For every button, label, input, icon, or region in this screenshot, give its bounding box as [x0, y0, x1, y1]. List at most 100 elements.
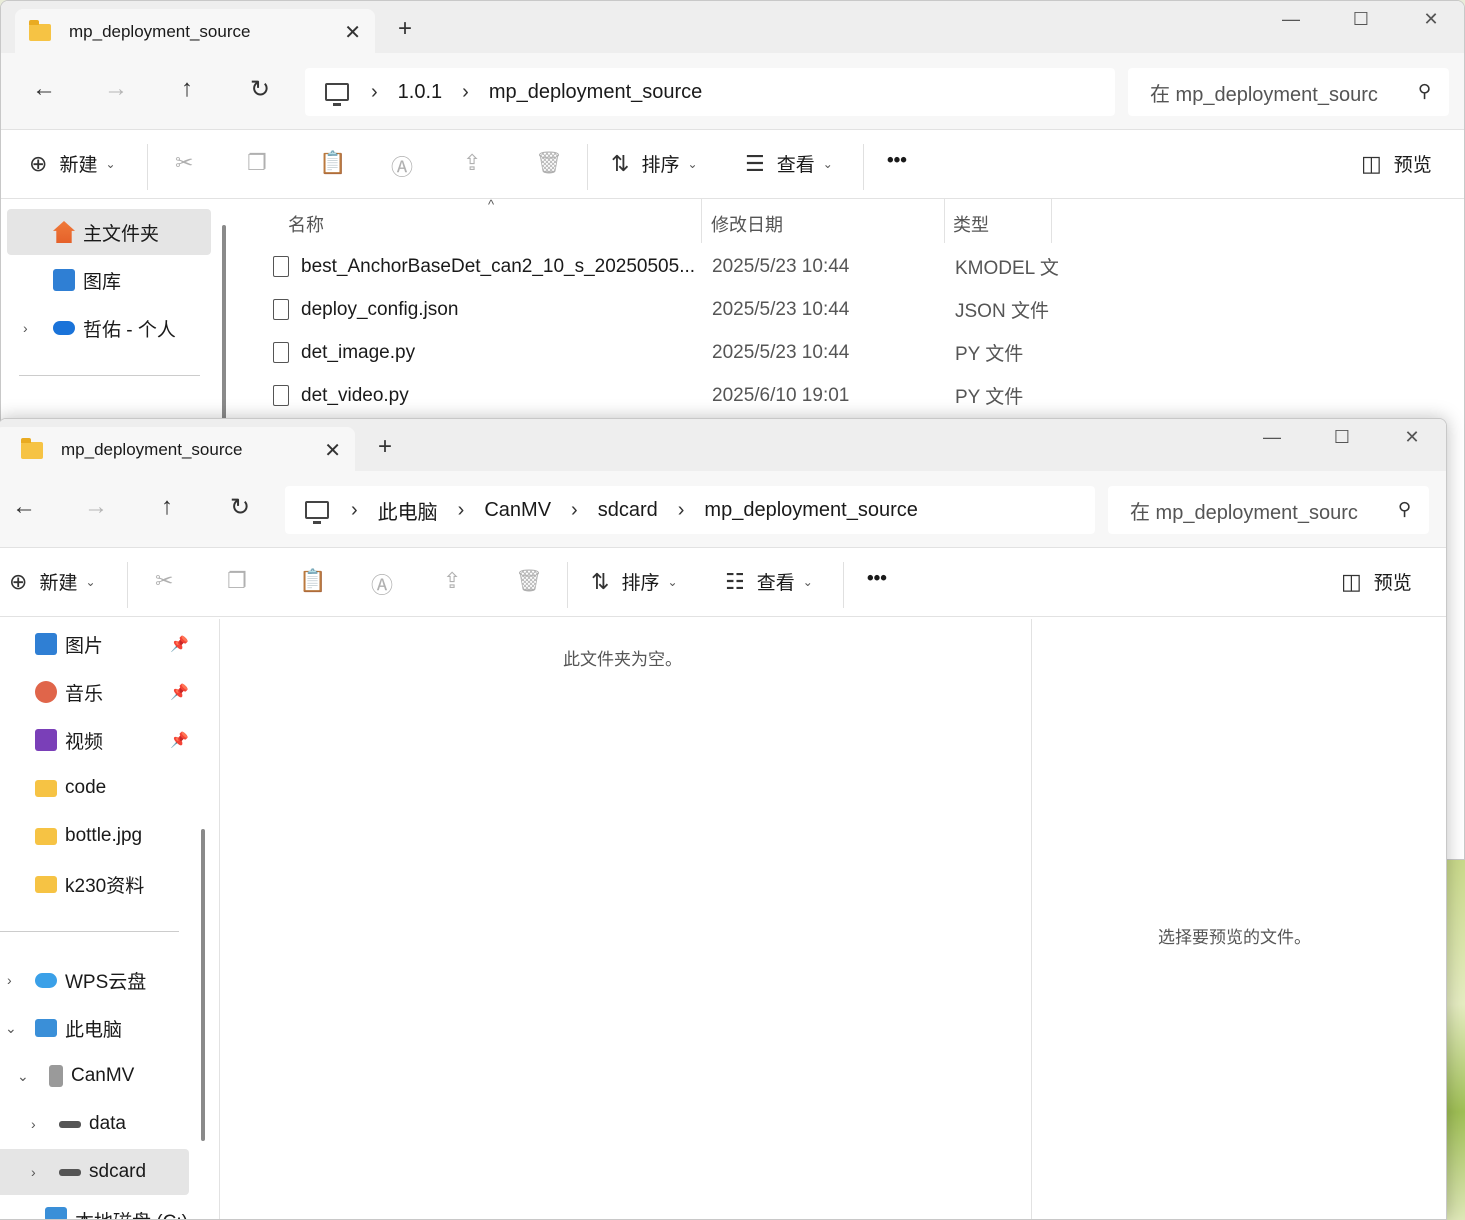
address-bar[interactable]: › 此电脑 › CanMV › sdcard › mp_deployment_s…: [285, 486, 1095, 534]
chevron-right-icon[interactable]: ›: [23, 320, 28, 336]
file-row[interactable]: best_AnchorBaseDet_can2_10_s_20250505...…: [239, 245, 1059, 288]
more-options-button[interactable]: •••: [867, 568, 887, 590]
tab-mp-deployment-source[interactable]: mp_deployment_source ✕: [15, 9, 375, 55]
refresh-button[interactable]: ↻: [242, 75, 278, 104]
rename-button[interactable]: Ⓐ: [391, 150, 425, 182]
cut-button[interactable]: ✂: [175, 150, 205, 176]
minimize-button[interactable]: —: [1256, 5, 1326, 35]
minimize-button[interactable]: —: [1237, 423, 1307, 453]
rename-button[interactable]: Ⓐ: [371, 568, 405, 600]
view-label: 查看: [756, 573, 795, 594]
delete-button[interactable]: 🗑: [515, 568, 555, 594]
pin-icon[interactable]: 📌: [170, 683, 189, 701]
up-button[interactable]: ↑: [169, 75, 205, 103]
breadcrumb-item[interactable]: CanMV: [484, 499, 551, 522]
sidebar-item-label: code: [65, 777, 107, 798]
column-header-type[interactable]: 类型: [953, 211, 989, 237]
sidebar-item-code[interactable]: code: [0, 765, 189, 811]
chevron-right-icon: ›: [677, 498, 685, 521]
sidebar-item-gallery[interactable]: 图库: [7, 257, 211, 303]
back-button[interactable]: ←: [26, 75, 62, 103]
file-row[interactable]: deploy_config.json 2025/5/23 10:44 JSON …: [239, 288, 1059, 331]
share-button[interactable]: ⇪: [463, 150, 493, 176]
column-divider[interactable]: [944, 199, 945, 243]
close-tab-icon[interactable]: ✕: [324, 438, 341, 463]
folder-icon: [35, 779, 57, 797]
column-divider[interactable]: [701, 199, 702, 243]
chevron-down-icon[interactable]: ⌄: [17, 1068, 29, 1085]
pin-icon[interactable]: 📌: [170, 635, 189, 653]
view-button[interactable]: ☷ 查看 ⌄: [725, 568, 813, 595]
breadcrumb-item[interactable]: 1.0.1: [398, 81, 442, 104]
column-header-name[interactable]: 名称: [288, 211, 324, 237]
sidebar-item-data[interactable]: › data: [0, 1101, 189, 1147]
chevron-right-icon[interactable]: ›: [31, 1116, 36, 1132]
breadcrumb-item[interactable]: mp_deployment_source: [704, 499, 917, 522]
new-button[interactable]: ⊕ 新建 ⌄: [9, 568, 96, 595]
paste-button[interactable]: 📋: [299, 568, 338, 594]
plus-circle-icon: ⊕: [29, 150, 48, 176]
more-options-button[interactable]: •••: [887, 150, 907, 172]
file-row[interactable]: det_video.py 2025/6/10 19:01 PY 文件: [239, 374, 1059, 417]
preview-button[interactable]: ◫ 预览: [1361, 150, 1432, 177]
back-button[interactable]: ←: [6, 493, 42, 521]
column-header-date[interactable]: 修改日期: [711, 211, 783, 237]
new-tab-button[interactable]: +: [398, 15, 412, 43]
up-button[interactable]: ↑: [149, 493, 185, 521]
tab-mp-deployment-source[interactable]: mp_deployment_source ✕: [0, 427, 355, 473]
maximize-button[interactable]: ☐: [1326, 5, 1396, 35]
new-button[interactable]: ⊕ 新建 ⌄: [29, 150, 116, 177]
breadcrumb-item[interactable]: sdcard: [598, 499, 658, 522]
sidebar-item-sdcard[interactable]: › sdcard: [0, 1149, 189, 1195]
delete-button[interactable]: 🗑: [535, 150, 575, 176]
share-button[interactable]: ⇪: [443, 568, 473, 594]
forward-button[interactable]: →: [98, 75, 134, 103]
preview-button[interactable]: ◫ 预览: [1341, 568, 1412, 595]
scissors-icon: ✂: [175, 150, 194, 175]
breadcrumb-item[interactable]: 此电脑: [378, 496, 438, 525]
copy-button[interactable]: ❐: [247, 150, 279, 176]
divider: [567, 562, 568, 608]
cut-button[interactable]: ✂: [155, 568, 185, 594]
search-input[interactable]: 在 mp_deployment_sourc ⚲: [1108, 486, 1429, 534]
view-label: 查看: [776, 155, 815, 176]
sort-button[interactable]: ⇅ 排序 ⌄: [611, 150, 698, 177]
chevron-down-icon[interactable]: ⌄: [5, 1020, 17, 1037]
refresh-button[interactable]: ↻: [222, 493, 258, 522]
file-type: PY 文件: [955, 387, 1024, 408]
sidebar-item-local-disk[interactable]: 本地磁盘 (C:): [0, 1197, 189, 1219]
chevron-right-icon[interactable]: ›: [7, 972, 12, 988]
maximize-button[interactable]: ☐: [1307, 423, 1377, 453]
close-window-button[interactable]: ✕: [1396, 5, 1464, 35]
forward-button[interactable]: →: [78, 493, 114, 521]
sidebar-item-k230[interactable]: k230资料: [0, 861, 189, 907]
sidebar-item-bottle[interactable]: bottle.jpg: [0, 813, 189, 859]
sidebar-scrollbar[interactable]: [201, 829, 205, 1141]
close-window-button[interactable]: ✕: [1377, 423, 1446, 453]
sidebar-item-home[interactable]: 主文件夹: [7, 209, 211, 255]
view-button[interactable]: ☰ 查看 ⌄: [745, 150, 833, 177]
sidebar-item-music[interactable]: 音乐 📌: [0, 669, 189, 715]
onedrive-icon: [53, 321, 75, 335]
close-tab-icon[interactable]: ✕: [344, 20, 361, 45]
sidebar-item-videos[interactable]: 视频 📌: [0, 717, 189, 763]
divider: [19, 375, 200, 376]
address-bar[interactable]: › 1.0.1 › mp_deployment_source: [305, 68, 1115, 116]
search-input[interactable]: 在 mp_deployment_sourc ⚲: [1128, 68, 1449, 116]
sidebar-scrollbar[interactable]: [222, 225, 226, 421]
chevron-right-icon[interactable]: ›: [31, 1164, 36, 1180]
file-row[interactable]: det_image.py 2025/5/23 10:44 PY 文件: [239, 331, 1059, 374]
sidebar-item-canmv[interactable]: ⌄ CanMV: [0, 1053, 189, 1099]
paste-button[interactable]: 📋: [319, 150, 358, 176]
breadcrumb-item[interactable]: mp_deployment_source: [489, 81, 702, 104]
column-divider[interactable]: [1051, 199, 1052, 243]
pin-icon[interactable]: 📌: [170, 731, 189, 749]
sidebar-item-this-pc[interactable]: ⌄ 此电脑: [0, 1005, 189, 1051]
sidebar-item-onedrive[interactable]: › 哲佑 - 个人: [7, 305, 211, 351]
divider: [587, 144, 588, 190]
sidebar-item-pictures[interactable]: 图片 📌: [0, 621, 189, 667]
sort-button[interactable]: ⇅ 排序 ⌄: [591, 568, 678, 595]
sidebar-item-wps-cloud[interactable]: › WPS云盘: [0, 957, 189, 1003]
copy-button[interactable]: ❐: [227, 568, 259, 594]
new-tab-button[interactable]: +: [378, 433, 392, 461]
